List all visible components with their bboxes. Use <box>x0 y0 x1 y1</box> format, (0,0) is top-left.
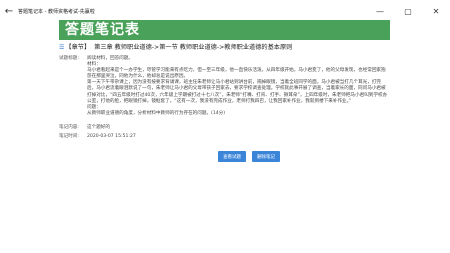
question-label: 试题标题: <box>59 56 79 61</box>
list-icon: ☰ <box>59 44 65 51</box>
note-value: 这个题好的 <box>87 124 110 130</box>
window-title: 答题笔记本 - 教师资格考试-先赢啦 <box>18 8 95 15</box>
note-label: 笔记内容: <box>59 124 79 130</box>
chapter-text: 第三章 教师职业道德->第一节 教师职业道德->教师职业道德的基本原则 <box>94 44 293 51</box>
chapter-tag: 【章节】 <box>65 44 91 51</box>
note-row: 笔记内容: 这个题好的 <box>59 125 390 131</box>
time-label: 笔记时间: <box>59 134 79 140</box>
close-button[interactable]: ✕ <box>422 0 450 22</box>
question-line: 从教师职业道德的角度，分析材料中教师的行为存在的问题。(14分) <box>87 110 226 116</box>
title-bar: ← 答题笔记本 - 教师资格考试-先赢啦 — ▢ ✕ <box>0 0 450 22</box>
question-line: 马小君看起来是个一办学生，尽管学习能来有点吃力，但一至三年级，他一直快乐活泼。从… <box>87 68 386 80</box>
window-controls: — ▢ ✕ <box>366 0 450 22</box>
minimize-button[interactable]: — <box>366 0 394 22</box>
action-buttons: 查看试题 删除笔记 <box>218 151 280 162</box>
header-banner: 答题笔记表 <box>59 20 390 40</box>
page-title: 答题笔记表 <box>65 22 140 38</box>
view-question-button[interactable]: 查看试题 <box>218 151 246 162</box>
chapter-path: ☰ 【章节】 第三章 教师职业道德->第一节 教师职业道德->教师职业道德的基本… <box>59 44 390 52</box>
maximize-button[interactable]: ▢ <box>394 0 422 22</box>
question-body: 阅读材料，回答问题。 材料： 马小君看起来是个一办学生，尽管学习能来有点吃力，但… <box>87 56 390 117</box>
time-value: 2020-03-07 15:51:27 <box>87 134 136 140</box>
delete-note-button[interactable]: 删除笔记 <box>252 151 280 162</box>
note-card: 答题笔记表 ☰ 【章节】 第三章 教师职业道德->第一节 教师职业道德->教师职… <box>59 20 390 140</box>
time-row: 笔记时间: 2020-03-07 15:51:27 <box>59 134 390 140</box>
question-line: 第一天下午带杂课上，因为没有按要求背诵课，班主任朱老师让马小君站到讲台前，隔掉眼… <box>87 80 388 104</box>
question-row: 试题标题: 阅读材料，回答问题。 材料： 马小君看起来是个一办学生，尽管学习能来… <box>59 56 390 117</box>
back-arrow-icon[interactable]: ← <box>0 0 18 22</box>
